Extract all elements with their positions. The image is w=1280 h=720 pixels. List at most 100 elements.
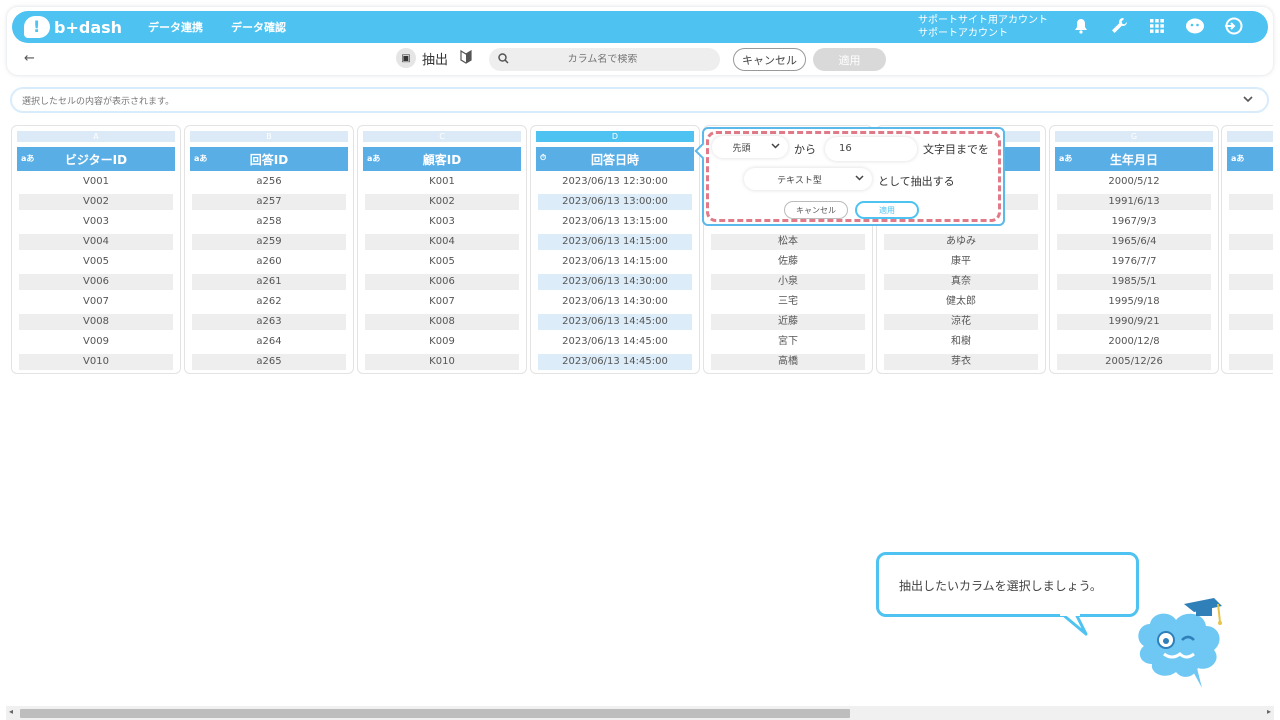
table-cell[interactable]: 2023/06/13 13:15:00 [538, 214, 692, 230]
scroll-left-icon[interactable]: ◂ [9, 707, 13, 716]
table-cell[interactable]: a257 [192, 194, 346, 210]
back-arrow-icon[interactable]: ← [24, 51, 35, 66]
type-select[interactable]: テキスト型 [744, 168, 872, 190]
table-cell[interactable]: V001 [19, 174, 173, 190]
column-4[interactable]: D ⏱ 回答日時 2023/06/13 12:30:00 2023/06/13 13:0… [530, 125, 700, 374]
table-cell[interactable]: K009 [365, 334, 519, 350]
table-cell[interactable]: V002 [19, 194, 173, 210]
char-count-input[interactable]: 16 [825, 137, 917, 161]
table-cell[interactable]: 2005/12/26 [1057, 354, 1211, 370]
table-cell[interactable]: a261 [192, 274, 346, 290]
column-header[interactable]: aあ 回答ID [190, 147, 348, 171]
nav-data-integration[interactable]: データ連携 [148, 19, 203, 35]
table-cell[interactable]: V007 [19, 294, 173, 310]
table-cell[interactable]: V005 [19, 254, 173, 270]
scrollbar-thumb[interactable] [20, 709, 850, 718]
table-cell[interactable]: K005 [365, 254, 519, 270]
table-cell[interactable]: V003 [19, 214, 173, 230]
table-cell[interactable]: あゆみ [884, 234, 1038, 250]
chevron-down-icon[interactable] [1243, 95, 1253, 106]
table-cell[interactable]: K007 [365, 294, 519, 310]
table-cell[interactable]: a263 [192, 314, 346, 330]
table-cell[interactable]: 康平 [884, 254, 1038, 270]
table-cell[interactable]: V004 [19, 234, 173, 250]
position-select[interactable]: 先頭 [712, 136, 788, 158]
table-cell[interactable]: 三宅 [711, 294, 865, 310]
table-cell[interactable]: K008 [365, 314, 519, 330]
column-header[interactable]: aあ 顧客ID [363, 147, 521, 171]
column-header[interactable]: ⏱ 回答日時 [536, 147, 694, 171]
table-cell[interactable]: a259 [192, 234, 346, 250]
table-cell[interactable] [1229, 174, 1273, 190]
table-cell[interactable] [1229, 354, 1273, 370]
table-cell[interactable]: 2023/06/13 13:00:00 [538, 194, 692, 210]
table-cell[interactable]: a256 [192, 174, 346, 190]
table-cell[interactable]: a260 [192, 254, 346, 270]
table-cell[interactable]: 1965/6/4 [1057, 234, 1211, 250]
table-cell[interactable]: 1967/9/3 [1057, 214, 1211, 230]
table-cell[interactable]: 松本 [711, 234, 865, 250]
table-cell[interactable]: 高橋 [711, 354, 865, 370]
table-cell[interactable]: V009 [19, 334, 173, 350]
table-cell[interactable]: V008 [19, 314, 173, 330]
table-cell[interactable]: 1976/7/7 [1057, 254, 1211, 270]
bell-icon[interactable] [1070, 15, 1092, 37]
column-8[interactable]: aあ [1221, 125, 1273, 374]
column-search[interactable] [489, 48, 720, 71]
table-cell[interactable]: V010 [19, 354, 173, 370]
table-cell[interactable] [1229, 334, 1273, 350]
table-cell[interactable]: 和樹 [884, 334, 1038, 350]
search-input[interactable] [509, 54, 696, 65]
table-cell[interactable]: 1985/5/1 [1057, 274, 1211, 290]
beginner-mark-icon[interactable] [460, 49, 472, 67]
table-cell[interactable]: 2023/06/13 14:30:00 [538, 274, 692, 290]
nav-data-check[interactable]: データ確認 [231, 19, 286, 35]
table-cell[interactable] [1229, 214, 1273, 230]
scroll-right-icon[interactable]: ▸ [1267, 707, 1271, 716]
logo[interactable]: b+dash [24, 16, 122, 38]
table-cell[interactable]: 佐藤 [711, 254, 865, 270]
table-cell[interactable] [1229, 274, 1273, 290]
table-cell[interactable]: a258 [192, 214, 346, 230]
table-cell[interactable] [1229, 234, 1273, 250]
table-cell[interactable]: 2023/06/13 14:30:00 [538, 294, 692, 310]
table-cell[interactable]: a262 [192, 294, 346, 310]
table-cell[interactable]: 宮下 [711, 334, 865, 350]
table-cell[interactable] [1229, 294, 1273, 310]
table-cell[interactable]: K002 [365, 194, 519, 210]
table-cell[interactable]: V006 [19, 274, 173, 290]
wrench-icon[interactable] [1108, 15, 1130, 37]
table-cell[interactable]: 2023/06/13 14:45:00 [538, 334, 692, 350]
table-cell[interactable]: 健太郎 [884, 294, 1038, 310]
column-7[interactable]: Gaあ 生年月日 2000/5/12 1991/6/13 1967/9/3 1965/6/… [1049, 125, 1219, 374]
table-cell[interactable]: 1991/6/13 [1057, 194, 1211, 210]
table-cell[interactable] [1229, 254, 1273, 270]
table-cell[interactable]: 2000/5/12 [1057, 174, 1211, 190]
table-cell[interactable]: 涼花 [884, 314, 1038, 330]
table-cell[interactable]: 2023/06/13 12:30:00 [538, 174, 692, 190]
account-info[interactable]: サポートサイト用アカウント サポートアカウント [918, 14, 1048, 40]
table-cell[interactable]: K003 [365, 214, 519, 230]
table-cell[interactable]: 小泉 [711, 274, 865, 290]
column-2[interactable]: Baあ 回答ID a256 a257 a258 a259 a260 a261 a262 a263 a… [184, 125, 354, 374]
column-header[interactable]: aあ ビジターID [17, 147, 175, 171]
table-cell[interactable]: 2023/06/13 14:15:00 [538, 234, 692, 250]
apply-button[interactable]: 適用 [813, 48, 886, 71]
table-cell[interactable]: a265 [192, 354, 346, 370]
table-cell[interactable]: K004 [365, 234, 519, 250]
popover-cancel-button[interactable]: キャンセル [784, 201, 848, 219]
table-cell[interactable]: 2000/12/8 [1057, 334, 1211, 350]
table-cell[interactable]: 1995/9/18 [1057, 294, 1211, 310]
mascot-icon[interactable] [1184, 15, 1206, 37]
table-cell[interactable]: 1990/9/21 [1057, 314, 1211, 330]
column-header[interactable]: aあ [1227, 147, 1273, 171]
table-cell[interactable] [1229, 194, 1273, 210]
table-cell[interactable] [1229, 314, 1273, 330]
horizontal-scrollbar[interactable]: ◂ ▸ [6, 706, 1274, 720]
table-cell[interactable]: 2023/06/13 14:45:00 [538, 354, 692, 370]
table-cell[interactable]: 2023/06/13 14:15:00 [538, 254, 692, 270]
cancel-button[interactable]: キャンセル [733, 48, 806, 71]
table-cell[interactable]: K010 [365, 354, 519, 370]
column-3[interactable]: Caあ 顧客ID K001 K002 K003 K004 K005 K006 K007 K008 K… [357, 125, 527, 374]
table-cell[interactable]: 近藤 [711, 314, 865, 330]
